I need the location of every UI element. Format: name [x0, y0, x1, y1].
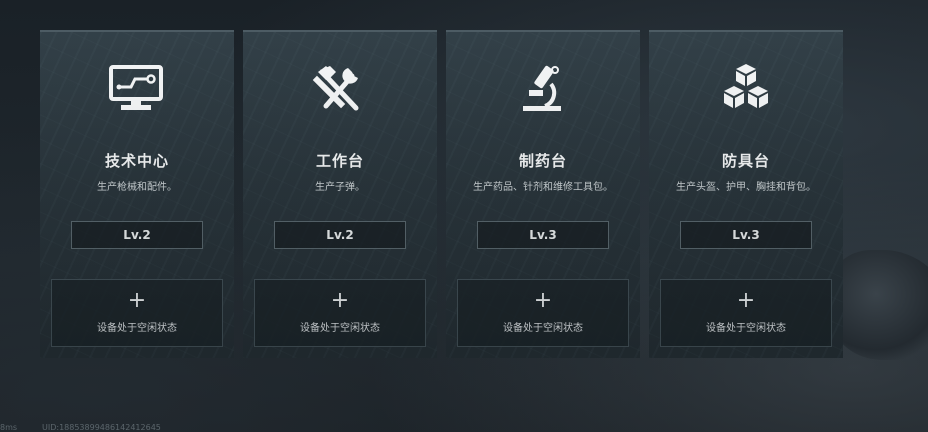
plus-icon: +	[127, 288, 147, 313]
production-slot-button[interactable]: + 设备处于空闲状态	[254, 279, 426, 347]
facility-description: 生产枪械和配件。	[97, 182, 177, 193]
facility-card-workbench[interactable]: 工作台 生产子弹。 Lv.2 + 设备处于空闲状态	[243, 30, 437, 358]
production-slot-button[interactable]: + 设备处于空闲状态	[660, 279, 832, 347]
cubes-stack-icon	[716, 62, 776, 114]
facility-card-tech-center[interactable]: 技术中心 生产枪械和配件。 Lv.2 + 设备处于空闲状态	[40, 30, 234, 358]
slot-status-label: 设备处于空闲状态	[300, 323, 380, 334]
facility-description: 生产子弹。	[315, 182, 365, 193]
production-slot-button[interactable]: + 设备处于空闲状态	[457, 279, 629, 347]
plus-icon: +	[330, 288, 350, 313]
facility-card-pharmacy[interactable]: 制药台 生产药品、针剂和维修工具包。 Lv.3 + 设备处于空闲状态	[446, 30, 640, 358]
microscope-icon	[513, 62, 573, 114]
facility-title: 防具台	[721, 152, 770, 170]
facility-cards: 技术中心 生产枪械和配件。 Lv.2 + 设备处于空闲状态 工作台 生产子弹。 …	[40, 30, 852, 358]
workshop-screen: 技术中心 生产枪械和配件。 Lv.2 + 设备处于空闲状态 工作台 生产子弹。 …	[0, 0, 928, 432]
slot-status-label: 设备处于空闲状态	[503, 323, 583, 334]
level-badge: Lv.3	[680, 221, 812, 249]
latency-readout: 8ms	[0, 423, 18, 432]
level-badge: Lv.3	[477, 221, 609, 249]
facility-title: 工作台	[315, 152, 364, 170]
computer-monitor-icon	[107, 62, 167, 114]
level-badge: Lv.2	[274, 221, 406, 249]
facility-description: 生产药品、针剂和维修工具包。	[473, 182, 613, 193]
hammer-wrench-icon	[310, 62, 370, 114]
slot-status-label: 设备处于空闲状态	[97, 323, 177, 334]
plus-icon: +	[736, 288, 756, 313]
uid-readout: UID:18853899486142412645	[42, 423, 161, 432]
facility-description: 生产头盔、护甲、胸挂和背包。	[676, 182, 816, 193]
facility-card-armor-bench[interactable]: 防具台 生产头盔、护甲、胸挂和背包。 Lv.3 + 设备处于空闲状态	[649, 30, 843, 358]
slot-status-label: 设备处于空闲状态	[706, 323, 786, 334]
facility-title: 制药台	[518, 152, 567, 170]
plus-icon: +	[533, 288, 553, 313]
facility-title: 技术中心	[104, 152, 169, 170]
production-slot-button[interactable]: + 设备处于空闲状态	[51, 279, 223, 347]
level-badge: Lv.2	[71, 221, 203, 249]
